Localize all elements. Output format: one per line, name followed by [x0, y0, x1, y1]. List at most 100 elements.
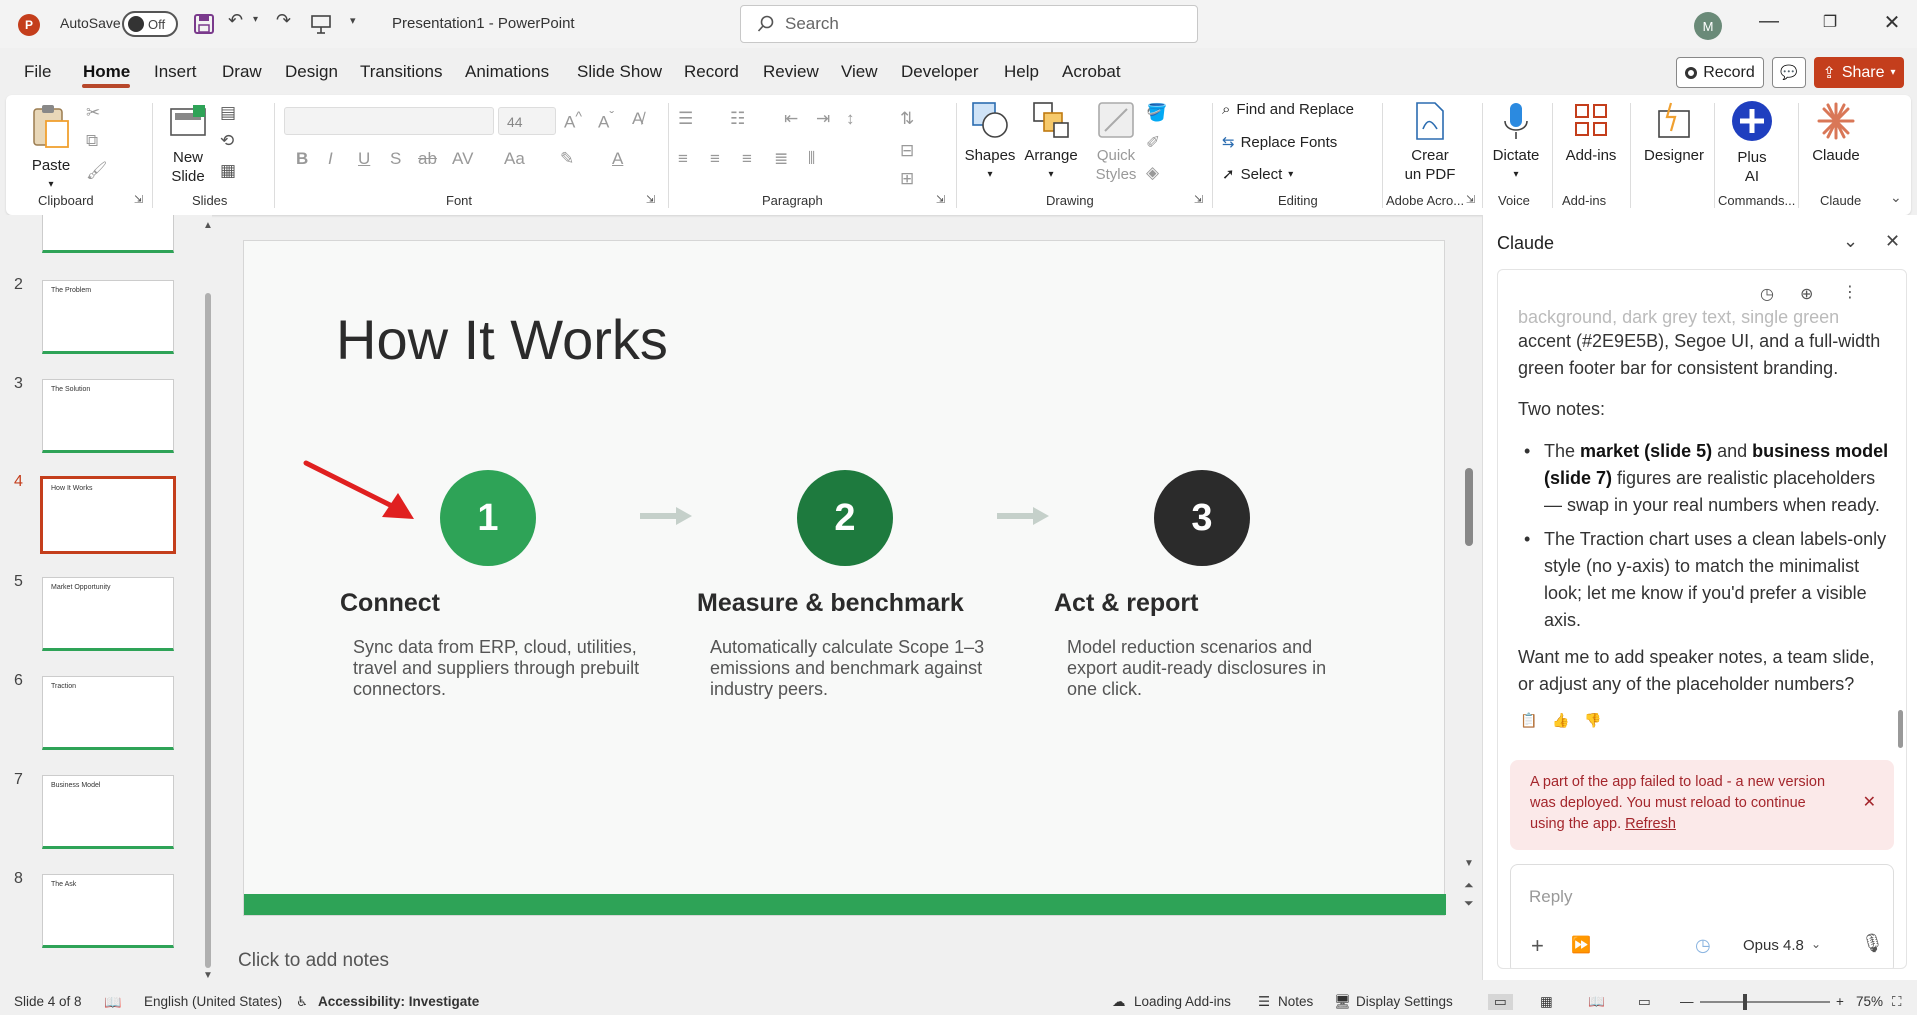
layout-icon[interactable]: ▤ — [220, 103, 236, 123]
zoom-level[interactable]: 75% — [1856, 994, 1883, 1009]
more-options-icon[interactable]: ⋮ — [1842, 282, 1858, 302]
slide-thumbnail-1-partial[interactable] — [42, 215, 174, 253]
scroll-down-icon[interactable]: ▼ — [1464, 858, 1474, 869]
tab-draw[interactable]: Draw — [222, 62, 262, 82]
dialog-launcher-icon[interactable]: ⇲ — [134, 193, 143, 206]
close-icon[interactable]: ✕ — [1885, 231, 1900, 252]
dialog-launcher-icon[interactable]: ⇲ — [1194, 193, 1203, 206]
tab-home[interactable]: Home — [83, 62, 130, 82]
step-2-description[interactable]: Automatically calculate Scope 1–3 emissi… — [710, 637, 1000, 700]
chat-scrollbar[interactable] — [1898, 710, 1903, 748]
customize-toolbar-icon[interactable]: ▾ — [350, 14, 356, 27]
notes-icon[interactable]: ☰ — [1258, 994, 1270, 1010]
slide-thumbnail-7[interactable]: Business Model — [42, 775, 174, 849]
step-2-circle[interactable]: 2 — [797, 470, 893, 566]
accessibility-status[interactable]: Accessibility: Investigate — [318, 994, 479, 1009]
step-1-title[interactable]: Connect — [340, 589, 440, 618]
share-button[interactable]: ⇪ Share ▾ — [1814, 57, 1904, 88]
plus-ai-button[interactable]: Plus AI — [1722, 99, 1782, 186]
tab-slide-show[interactable]: Slide Show — [577, 62, 662, 82]
reply-placeholder[interactable]: Reply — [1529, 887, 1572, 907]
step-3-title[interactable]: Act & report — [1054, 589, 1198, 618]
bullets-icon[interactable]: ☰ — [678, 109, 693, 129]
minimize-icon[interactable]: — — [1754, 10, 1784, 33]
dialog-launcher-icon[interactable]: ⇲ — [646, 193, 655, 206]
step-3-circle[interactable]: 3 — [1154, 470, 1250, 566]
copy-icon[interactable]: ⧉ — [86, 131, 98, 151]
increase-indent-icon[interactable]: ⇥ — [816, 109, 830, 129]
shape-fill-icon[interactable]: 🪣 — [1146, 103, 1167, 123]
clear-format-icon[interactable]: A̸ — [632, 109, 643, 129]
undo-icon[interactable]: ↶ — [228, 10, 243, 31]
tab-acrobat[interactable]: Acrobat — [1062, 62, 1121, 82]
history-icon[interactable]: ◷ — [1760, 284, 1774, 304]
numbering-icon[interactable]: ☷ — [730, 109, 745, 129]
shapes-button[interactable]: Shapes ▾ — [962, 99, 1018, 184]
save-icon[interactable] — [193, 13, 215, 35]
undo-dropdown-icon[interactable]: ▾ — [253, 14, 258, 25]
slide-thumbnail-2[interactable]: The Problem — [42, 280, 174, 354]
tab-view[interactable]: View — [841, 62, 878, 82]
line-spacing-icon[interactable]: ↕ — [846, 109, 855, 129]
highlight-icon[interactable]: ✎ — [560, 149, 574, 169]
decrease-font-icon[interactable]: Aˇ — [598, 109, 614, 133]
designer-button[interactable]: Designer — [1636, 101, 1712, 165]
tab-file[interactable]: File — [24, 62, 51, 82]
font-family-select[interactable] — [284, 107, 494, 135]
format-painter-icon[interactable]: 🖌 — [86, 161, 108, 181]
slide-sorter-icon[interactable]: ▦ — [1540, 994, 1553, 1010]
align-text-icon[interactable]: ⊟ — [900, 141, 914, 161]
tab-insert[interactable]: Insert — [154, 62, 197, 82]
italic-icon[interactable]: I — [328, 149, 333, 169]
new-slide-button[interactable]: New Slide — [158, 103, 218, 186]
chevron-down-icon[interactable]: ⌄ — [1811, 937, 1821, 951]
tab-animations[interactable]: Animations — [465, 62, 549, 82]
skip-icon[interactable]: ⏩ — [1571, 935, 1591, 955]
reply-box[interactable]: Reply + ⏩ ◷ Opus 4.8 ⌄ 🎙 — [1510, 864, 1894, 968]
zoom-slider-thumb[interactable] — [1743, 994, 1747, 1010]
font-color-icon[interactable]: A — [612, 149, 623, 169]
accessibility-icon[interactable]: ♿ — [296, 994, 308, 1010]
add-ins-button[interactable]: Add-ins — [1558, 101, 1624, 165]
comments-button[interactable]: 💬 — [1772, 57, 1806, 88]
thumbs-down-icon[interactable]: 👎 — [1584, 712, 1601, 729]
slideshow-view-icon[interactable]: ▭ — [1638, 994, 1651, 1010]
quick-styles-button[interactable]: Quick Styles — [1086, 99, 1146, 184]
normal-view-icon[interactable]: ▭ — [1488, 994, 1513, 1010]
copy-icon[interactable]: 📋 — [1520, 712, 1537, 729]
replace-fonts-button[interactable]: ⇆ Replace Fonts — [1222, 133, 1337, 152]
dialog-launcher-icon[interactable]: ⇲ — [1466, 193, 1475, 206]
spelling-icon[interactable]: 📖 — [104, 994, 121, 1011]
step-1-circle[interactable]: 1 — [440, 470, 536, 566]
clock-icon[interactable]: ◷ — [1695, 935, 1711, 956]
slide-title[interactable]: How It Works — [336, 307, 668, 372]
slide-count[interactable]: Slide 4 of 8 — [14, 994, 82, 1009]
chevron-down-icon[interactable]: ⌄ — [1843, 231, 1858, 252]
section-icon[interactable]: ▦ — [220, 161, 236, 181]
slide-thumbnail-5[interactable]: Market Opportunity — [42, 577, 174, 651]
dictate-button[interactable]: Dictate ▾ — [1488, 101, 1544, 184]
close-window-icon[interactable]: ✕ — [1877, 10, 1907, 35]
model-selector[interactable]: Opus 4.8 — [1743, 937, 1804, 954]
shape-effects-icon[interactable]: ◈ — [1146, 163, 1159, 183]
slide-thumbnail-4[interactable]: How It Works — [40, 476, 176, 554]
refresh-link[interactable]: Refresh — [1625, 816, 1676, 832]
step-2-title[interactable]: Measure & benchmark — [697, 589, 964, 618]
select-button[interactable]: ➚ Select ▾ — [1222, 165, 1293, 184]
find-replace-button[interactable]: ⌕ Find and Replace — [1222, 101, 1354, 118]
search-box[interactable]: Search — [740, 5, 1198, 43]
language-status[interactable]: English (United States) — [144, 994, 282, 1009]
record-button[interactable]: Record — [1676, 57, 1764, 88]
slide-thumbnail-3[interactable]: The Solution — [42, 379, 174, 453]
redo-icon[interactable]: ↷ — [276, 10, 291, 31]
notes-button[interactable]: Notes — [1278, 994, 1313, 1009]
shadow-icon[interactable]: S — [390, 149, 401, 169]
thumbs-up-icon[interactable]: 👍 — [1552, 712, 1569, 729]
change-case-icon[interactable]: Aa — [504, 149, 525, 169]
slide-canvas[interactable]: How It Works 1 2 3 Connect Measure & ben… — [243, 240, 1446, 916]
strikethrough-icon[interactable]: ab — [418, 149, 437, 169]
decrease-indent-icon[interactable]: ⇤ — [784, 109, 798, 129]
justify-icon[interactable]: ≣ — [774, 149, 788, 169]
tab-design[interactable]: Design — [285, 62, 338, 82]
dialog-launcher-icon[interactable]: ⇲ — [936, 193, 945, 206]
